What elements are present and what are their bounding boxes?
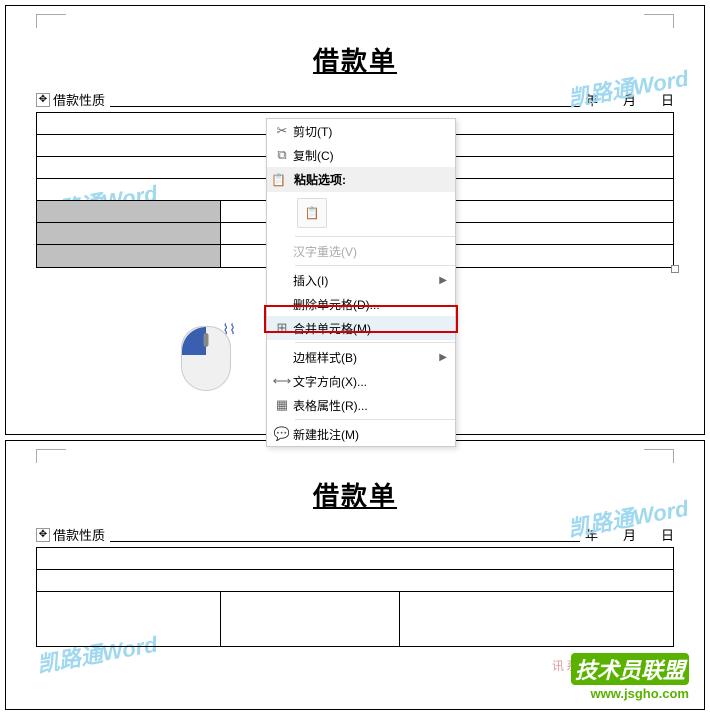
menu-text-direction[interactable]: ⟷ 文字方向(X)...: [267, 369, 455, 393]
screenshot-before: 凯路通Word 凯路通Word 借款单 ✥ 借款性质 年 月 日: [5, 5, 705, 435]
table-row: [37, 548, 673, 570]
paste-options-section: 📋: [267, 192, 455, 234]
merge-icon: ⊞: [271, 320, 293, 336]
chevron-right-icon: ▶: [439, 352, 447, 363]
nature-label: 借款性质: [53, 525, 105, 544]
clipboard-icon: 📋: [271, 173, 286, 187]
table-move-handle-icon[interactable]: ✥: [36, 93, 50, 107]
table-row: [37, 570, 673, 592]
menu-copy[interactable]: ⧉ 复制(C): [267, 143, 455, 167]
table-container: [36, 547, 674, 647]
day-label: 日: [661, 525, 674, 544]
selected-cell[interactable]: [37, 201, 221, 222]
document-title: 借款单: [6, 41, 704, 78]
menu-new-comment[interactable]: 💬 新建批注(M): [267, 422, 455, 446]
menu-delete-cells[interactable]: 删除单元格(D)...: [267, 292, 455, 316]
nature-input-line[interactable]: [110, 528, 580, 542]
table-move-handle-icon[interactable]: ✥: [36, 528, 50, 542]
header-row: ✥ 借款性质 年 月 日: [36, 525, 674, 544]
selected-cell[interactable]: [37, 245, 221, 267]
scissors-icon: ✂: [271, 123, 293, 139]
text-direction-icon: ⟷: [271, 373, 293, 389]
nature-label: 借款性质: [53, 90, 105, 109]
paste-option-button[interactable]: 📋: [297, 198, 327, 228]
menu-hanzi: 汉字重选(V): [267, 239, 455, 263]
month-label: 月: [623, 90, 636, 109]
document-title: 借款单: [6, 476, 704, 513]
menu-cut[interactable]: ✂ 剪切(T): [267, 119, 455, 143]
selected-cell[interactable]: [37, 223, 221, 244]
year-label: 年: [585, 525, 598, 544]
mouse-illustration: ⌇⌇: [181, 326, 241, 406]
page-corner-tr: [644, 14, 674, 28]
page-corner-tl: [36, 14, 66, 28]
table-cell: [221, 592, 399, 646]
page-corner-tr: [644, 449, 674, 463]
copy-icon: ⧉: [271, 147, 293, 163]
day-label: 日: [661, 90, 674, 109]
month-label: 月: [623, 525, 636, 544]
screenshot-after: 凯路通Word 凯路通Word 借款单 ✥ 借款性质 年 月 日 讯系统教程学习…: [5, 440, 705, 710]
logo-main-text: 技术员联盟: [571, 653, 689, 685]
menu-border-style[interactable]: 边框样式(B) ▶: [267, 345, 455, 369]
page-corner-tl: [36, 449, 66, 463]
comment-icon: 💬: [271, 426, 293, 442]
header-row: ✥ 借款性质 年 月 日: [36, 90, 674, 109]
menu-merge-cells[interactable]: ⊞ 合并单元格(M): [267, 316, 455, 340]
menu-table-props[interactable]: ▦ 表格属性(R)...: [267, 393, 455, 417]
context-menu: ✂ 剪切(T) ⧉ 复制(C) 📋粘贴选项: 📋 汉字重选(V) 插入(I) ▶: [266, 118, 456, 447]
loan-table[interactable]: [36, 547, 674, 647]
table-resize-handle-icon[interactable]: [671, 265, 679, 273]
site-logo: 技术员联盟 www.jsgho.com: [571, 653, 689, 701]
table-row: [37, 592, 673, 646]
menu-insert[interactable]: 插入(I) ▶: [267, 268, 455, 292]
nature-input-line[interactable]: [110, 93, 580, 107]
table-cell: [400, 592, 673, 646]
table-props-icon: ▦: [271, 397, 293, 413]
logo-url: www.jsgho.com: [571, 686, 689, 701]
menu-paste-header: 📋粘贴选项:: [267, 167, 455, 192]
merged-cell[interactable]: [37, 592, 221, 646]
chevron-right-icon: ▶: [439, 275, 447, 286]
paste-clipboard-icon: 📋: [305, 206, 320, 220]
year-label: 年: [585, 90, 598, 109]
